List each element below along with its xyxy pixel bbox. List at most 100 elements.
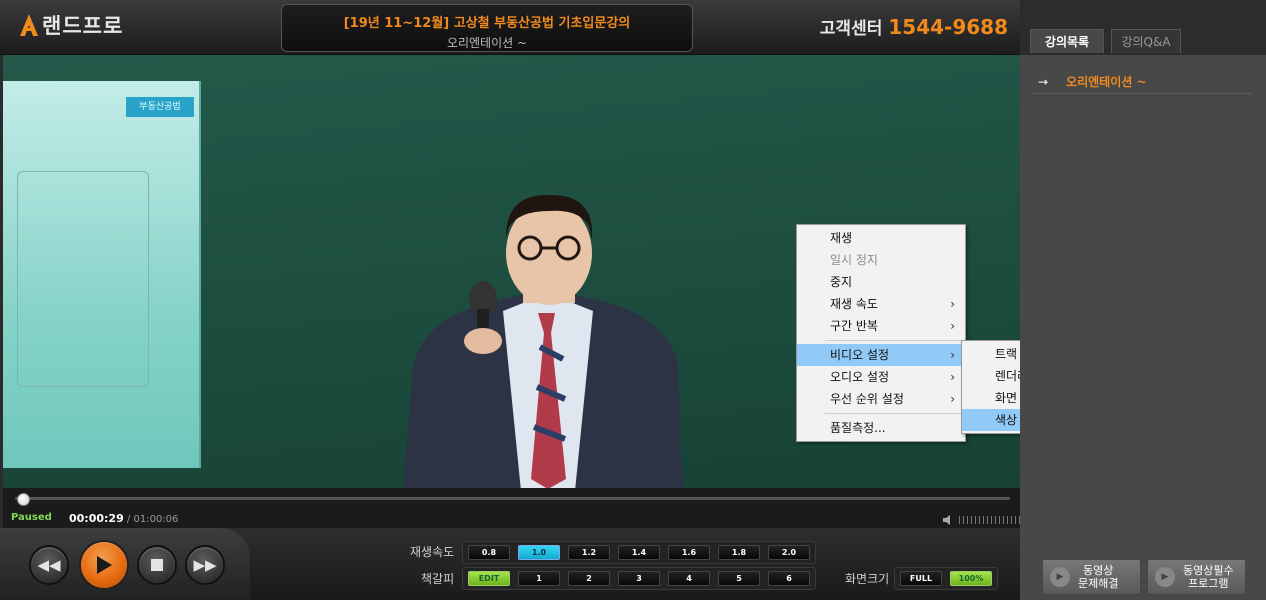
customer-center-label: 고객센터 bbox=[819, 19, 883, 39]
play-circle-icon: ▶ bbox=[1155, 567, 1175, 587]
progress-area: Paused 00:00:29 / 01:00:06 bbox=[3, 488, 1021, 529]
menu-item-label: 품질측정... bbox=[830, 421, 886, 435]
bookmark-button[interactable]: 2 bbox=[568, 571, 610, 586]
rewind-icon: ◀◀ bbox=[37, 555, 61, 574]
size-100-button[interactable]: 100% bbox=[950, 571, 992, 586]
tab-lecture-list[interactable]: 강의목록 bbox=[1030, 29, 1104, 53]
lecture-list: → 오리엔테이션 ~ bbox=[1032, 70, 1252, 94]
required-program-button[interactable]: ▶ 동영상필수 프로그램 bbox=[1147, 559, 1246, 595]
speed-button[interactable]: 1.2 bbox=[568, 545, 610, 560]
transport-controls: ◀◀ ▶▶ bbox=[0, 528, 250, 600]
speed-button[interactable]: 1.8 bbox=[718, 545, 760, 560]
chevron-right-icon: › bbox=[950, 297, 955, 311]
menu-item-playback-speed[interactable]: 재생 속도 › bbox=[797, 293, 965, 315]
stop-icon bbox=[151, 559, 163, 571]
bookmark-label: 책갈피 bbox=[421, 572, 455, 586]
menu-item-video-settings[interactable]: 비디오 설정 › bbox=[797, 344, 965, 366]
speed-button-active[interactable]: 1.0 bbox=[518, 545, 560, 560]
lecture-subtitle: 오리엔테이션 ~ bbox=[446, 36, 528, 50]
logo-icon bbox=[20, 14, 38, 36]
list-item[interactable]: → 오리엔테이션 ~ bbox=[1032, 70, 1252, 94]
bookmark-button[interactable]: 1 bbox=[518, 571, 560, 586]
stop-button[interactable] bbox=[137, 545, 177, 585]
chevron-right-icon: › bbox=[950, 319, 955, 333]
button-label-line: 동영상 bbox=[1083, 564, 1114, 577]
arrow-right-icon: → bbox=[1038, 74, 1049, 89]
bookmark-button[interactable]: 6 bbox=[768, 571, 810, 586]
slide-tag: 부동산공법 bbox=[126, 97, 194, 117]
logo: 랜드프로 bbox=[20, 10, 123, 40]
menu-item-label: 재생 속도 bbox=[830, 297, 878, 311]
menu-item-stop[interactable]: 중지 bbox=[797, 271, 965, 293]
menu-item-section-repeat[interactable]: 구간 반복 › bbox=[797, 315, 965, 337]
menu-separator bbox=[825, 340, 963, 341]
speed-buttons: 0.8 1.0 1.2 1.4 1.6 1.8 2.0 bbox=[462, 541, 816, 564]
screen-size-label: 화면크기 bbox=[845, 572, 890, 586]
speed-button[interactable]: 1.6 bbox=[668, 545, 710, 560]
tab-lecture-qa[interactable]: 강의Q&A bbox=[1111, 29, 1181, 53]
button-label: 동영상 문제해결 bbox=[1078, 564, 1118, 590]
customer-center-phone: 1544-9688 bbox=[888, 15, 1008, 39]
video-troubleshoot-button[interactable]: ▶ 동영상 문제해결 bbox=[1042, 559, 1141, 595]
speaker-icon[interactable] bbox=[943, 510, 955, 529]
speed-label: 재생속도 bbox=[410, 545, 455, 559]
fullscreen-button[interactable]: FULL bbox=[900, 571, 942, 586]
seek-handle[interactable] bbox=[16, 493, 30, 506]
volume-control[interactable] bbox=[943, 510, 1021, 529]
chevron-right-icon: › bbox=[950, 370, 955, 384]
playback-status: Paused bbox=[11, 512, 52, 523]
seek-bar[interactable] bbox=[15, 497, 1010, 500]
menu-item-label: 비디오 설정 bbox=[830, 348, 890, 362]
current-time: 00:00:29 bbox=[69, 512, 124, 525]
customer-center: 고객센터 1544-9688 bbox=[820, 14, 1008, 39]
menu-item-priority-settings[interactable]: 우선 순위 설정 › bbox=[797, 388, 965, 410]
bookmark-button[interactable]: 4 bbox=[668, 571, 710, 586]
bookmark-button[interactable]: 5 bbox=[718, 571, 760, 586]
slide-panel bbox=[17, 171, 149, 387]
player-header: 랜드프로 [19년 11~12월] 고상철 부동산공법 기초입문강의 오리엔테이… bbox=[0, 0, 1020, 55]
menu-item-pause: 일시 정지 bbox=[797, 249, 965, 271]
bookmark-edit-button[interactable]: EDIT bbox=[468, 571, 510, 586]
lecture-slide: 부동산공법 bbox=[3, 81, 201, 468]
play-circle-icon: ▶ bbox=[1050, 567, 1070, 587]
panel-tabs: 강의목록 강의Q&A bbox=[1020, 0, 1266, 55]
bookmark-button[interactable]: 3 bbox=[618, 571, 660, 586]
chevron-right-icon: › bbox=[950, 348, 955, 362]
menu-item-audio-settings[interactable]: 오디오 설정 › bbox=[797, 366, 965, 388]
menu-item-quality-measure[interactable]: 품질측정... bbox=[797, 417, 965, 439]
menu-item-label: 우선 순위 설정 bbox=[830, 392, 904, 406]
bookmark-buttons: EDIT 1 2 3 4 5 6 bbox=[462, 567, 816, 590]
menu-item-play[interactable]: 재생 bbox=[797, 227, 965, 249]
side-panel: 강의목록 강의Q&A → 오리엔테이션 ~ ▶ 동영상 문제해결 ▶ 동영상필수 프… bbox=[1020, 0, 1266, 600]
menu-item-label: 중지 bbox=[830, 275, 853, 289]
context-menu: 재생 일시 정지 중지 재생 속도 › 구간 반복 › 비디오 설정 › 오디오 설정… bbox=[796, 224, 966, 442]
logo-text: 랜드프로 bbox=[42, 14, 124, 38]
player-window: 랜드프로 [19년 11~12월] 고상철 부동산공법 기초입문강의 오리엔테이… bbox=[0, 0, 1266, 600]
list-item-title: 오리엔테이션 ~ bbox=[1066, 75, 1147, 89]
fast-forward-icon: ▶▶ bbox=[193, 555, 217, 574]
lecture-title-box: [19년 11~12월] 고상철 부동산공법 기초입문강의 오리엔테이션 ~ bbox=[281, 4, 693, 52]
time-display: 00:00:29 / 01:00:06 bbox=[69, 512, 178, 525]
menu-separator bbox=[825, 413, 963, 414]
play-button[interactable] bbox=[79, 540, 129, 590]
menu-item-label: 오디오 설정 bbox=[830, 370, 890, 384]
lecture-title: [19년 11~12월] 고상철 부동산공법 기초입문강의 bbox=[343, 16, 631, 31]
fast-forward-button[interactable]: ▶▶ bbox=[185, 545, 225, 585]
speed-button[interactable]: 2.0 bbox=[768, 545, 810, 560]
button-label-line: 문제해결 bbox=[1078, 577, 1119, 590]
screen-size-buttons: FULL 100% bbox=[894, 567, 998, 590]
button-label: 동영상필수 프로그램 bbox=[1183, 564, 1234, 590]
rewind-button[interactable]: ◀◀ bbox=[29, 545, 69, 585]
chevron-right-icon: › bbox=[950, 392, 955, 406]
time-separator: / bbox=[123, 514, 134, 525]
menu-item-label: 구간 반복 bbox=[830, 319, 878, 333]
menu-item-label: 일시 정지 bbox=[830, 253, 878, 267]
control-bar: ◀◀ ▶▶ 재생속도 0.8 1.0 1.2 1.4 1.6 1.8 2.0 책… bbox=[0, 528, 1020, 600]
speed-button[interactable]: 0.8 bbox=[468, 545, 510, 560]
total-time: 01:00:06 bbox=[133, 514, 179, 525]
button-label-line: 프로그램 bbox=[1188, 577, 1229, 590]
menu-item-label: 재생 bbox=[830, 231, 853, 245]
volume-slider[interactable] bbox=[959, 515, 1021, 524]
lecturer-image bbox=[403, 194, 683, 488]
speed-button[interactable]: 1.4 bbox=[618, 545, 660, 560]
